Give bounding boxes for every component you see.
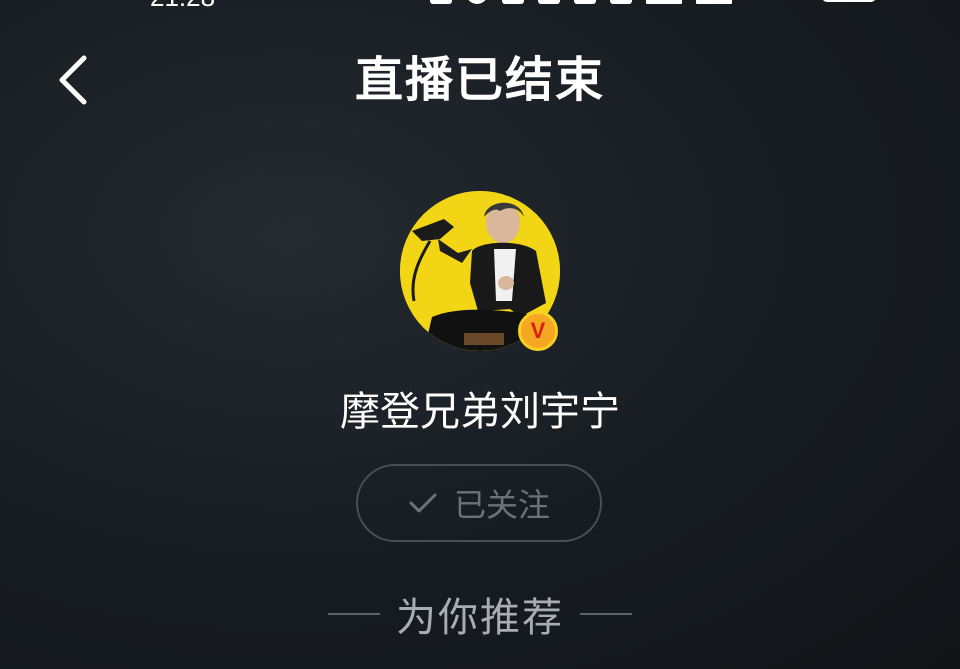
recommend-label: 为你推荐 (396, 595, 564, 641)
mute-icon (502, 0, 524, 4)
divider-left (328, 613, 380, 615)
chevron-left-icon (59, 55, 87, 105)
sim-icon (574, 0, 596, 4)
status-bar: 21:28 (0, 0, 960, 13)
status-time: 21:28 (150, 0, 215, 13)
sync-icon (466, 0, 488, 4)
follow-button[interactable]: 已关注 (356, 464, 602, 542)
recommend-section-header: 为你推荐 (0, 586, 960, 642)
follow-button-label: 已关注 (453, 486, 550, 524)
signal-icon (646, 0, 682, 4)
check-icon (409, 493, 437, 513)
page-title: 直播已结束 (354, 52, 605, 108)
signal-icon (696, 0, 732, 4)
verified-badge: V (518, 311, 558, 351)
anchor-name: 摩登兄弟刘宇宁 (340, 389, 620, 435)
wifi-icon (610, 0, 632, 4)
status-icons (430, 0, 732, 4)
divider-right (580, 613, 632, 615)
back-button[interactable] (40, 46, 108, 114)
vibrate-icon (538, 0, 560, 4)
battery-icon (822, 0, 876, 2)
notification-icon (430, 0, 452, 4)
header: 直播已结束 (0, 40, 960, 120)
